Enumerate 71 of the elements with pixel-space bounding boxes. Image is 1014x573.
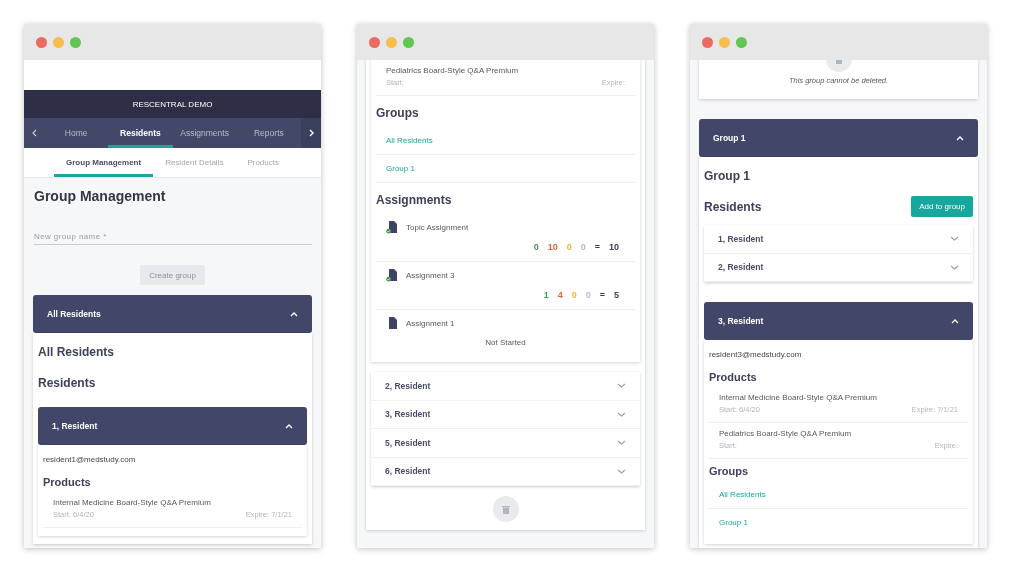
section-title: Residents <box>704 199 762 214</box>
chevron-up-icon <box>956 135 964 141</box>
chevron-down-icon <box>617 411 626 417</box>
count-value: 0 <box>533 242 539 252</box>
accordion-row[interactable]: 2, Resident <box>371 372 640 401</box>
section-title: Groups <box>376 106 420 120</box>
accordion-row[interactable]: 1, Resident <box>704 225 973 254</box>
accordion-row[interactable]: 6, Resident <box>371 457 640 486</box>
chevron-up-icon <box>290 311 298 317</box>
count-value: 4 <box>557 290 563 300</box>
email-text: resident3@medstudy.com <box>709 350 803 359</box>
product-name: Pediatrics Board-Style Q&A Premium <box>719 429 853 438</box>
section-title: Group 1 <box>704 169 751 183</box>
section-title: Products <box>43 476 92 488</box>
sub-tab[interactable]: Group Management <box>54 148 154 177</box>
equals-sign: = <box>599 290 605 300</box>
chevron-right-icon <box>308 129 314 137</box>
accordion-header[interactable]: Group 1 <box>699 119 978 157</box>
chevron-down-icon <box>617 383 626 389</box>
status-text: Not Started <box>484 338 527 347</box>
group-name-field[interactable]: New group name * <box>34 229 312 245</box>
chevron-up-icon <box>951 318 959 324</box>
product-name: Pediatrics Board-Style Q&A Premium <box>386 66 520 75</box>
section-title: Products <box>709 371 758 383</box>
maximize-dot-icon[interactable] <box>736 36 747 48</box>
chevron-up-icon <box>285 423 293 429</box>
chevron-left-icon <box>31 129 37 137</box>
minimize-dot-icon[interactable] <box>53 36 64 48</box>
scroll-right-button[interactable] <box>301 118 321 148</box>
maximize-dot-icon[interactable] <box>403 36 414 48</box>
chevron-down-icon <box>950 236 959 242</box>
accordion-row[interactable]: 5, Resident <box>371 429 640 458</box>
chevron-down-icon <box>617 468 626 474</box>
section-title: Assignments <box>376 193 453 207</box>
count-value: 0 <box>566 242 572 252</box>
count-value: 10 <box>547 242 558 252</box>
accordion-header[interactable]: 1, Resident <box>38 407 307 445</box>
app-title-bar: RESCENTRAL DEMO <box>24 90 321 118</box>
product-name: Internal Medicine Board-Style Q&A Premium <box>53 498 212 507</box>
accordion-row[interactable]: 3, Resident <box>371 400 640 429</box>
maximize-dot-icon[interactable] <box>70 36 81 48</box>
minimize-dot-icon[interactable] <box>386 36 397 48</box>
assignment-name: Topic Assignment <box>406 223 469 232</box>
assignment-name: Assignment 3 <box>406 271 455 280</box>
total-count: 10 <box>609 242 619 252</box>
chevron-down-icon <box>950 264 959 270</box>
total-count: 5 <box>614 290 619 300</box>
section-title: All Residents <box>38 345 116 359</box>
page-title: Group Management <box>34 188 167 204</box>
chevron-down-icon <box>617 440 626 446</box>
nav-tab[interactable]: Home <box>44 118 109 148</box>
nav-tab[interactable]: Reports <box>236 118 301 148</box>
close-dot-icon[interactable] <box>702 36 713 48</box>
count-value: 0 <box>580 242 586 252</box>
minimize-dot-icon[interactable] <box>719 36 730 48</box>
count-value: 1 <box>543 290 549 300</box>
count-value: 0 <box>571 290 577 300</box>
nav-tab[interactable]: Assignments <box>172 118 237 148</box>
section-title: Residents <box>38 376 97 390</box>
section-title: Groups <box>709 465 750 477</box>
equals-sign: = <box>594 242 600 252</box>
close-dot-icon[interactable] <box>36 36 47 48</box>
accordion-header[interactable]: 3, Resident <box>704 302 973 340</box>
count-value: 0 <box>585 290 591 300</box>
product-name: Internal Medicine Board-Style Q&A Premium <box>719 393 878 402</box>
accordion-row[interactable]: 2, Resident <box>704 253 973 282</box>
close-dot-icon[interactable] <box>369 36 380 48</box>
assignment-name: Assignment 1 <box>406 319 455 328</box>
trash-icon <box>492 496 519 522</box>
accordion-header[interactable]: All Residents <box>33 295 312 333</box>
email-text: resident1@medstudy.com <box>43 455 137 464</box>
